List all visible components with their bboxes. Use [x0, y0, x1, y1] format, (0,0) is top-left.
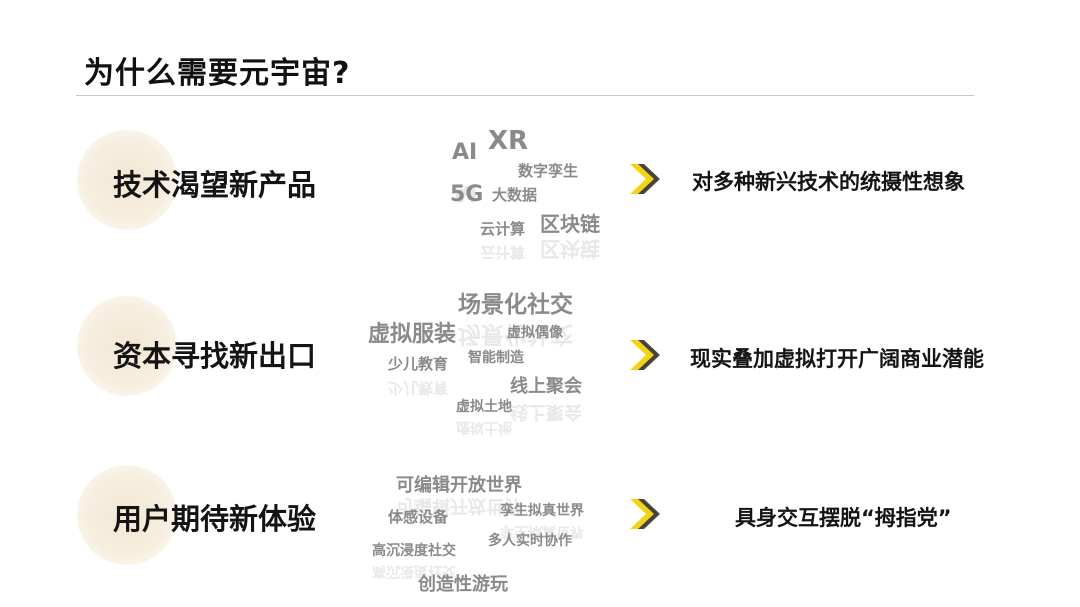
- keyword-reflection: 云计算: [480, 243, 526, 261]
- row-2-result: 现实叠加虚拟打开广阔商业潜能: [690, 347, 984, 371]
- keyword: 区块链: [540, 212, 600, 236]
- row-2-arrow-icon: [630, 340, 660, 370]
- row-3-result: 具身交互摆脱“拇指党”: [735, 506, 952, 530]
- keyword: 虚拟偶像: [507, 325, 563, 341]
- keyword-reflection: 线上聚会: [510, 401, 582, 422]
- keyword-reflection: 区块链: [540, 237, 600, 261]
- keyword: 多人实时协作: [488, 533, 572, 549]
- keyword: 智能制造: [468, 350, 524, 366]
- row-2-heading: 资本寻找新出口: [113, 339, 317, 373]
- keyword: 孪生拟真世界: [500, 503, 584, 519]
- keyword-reflection: 孪生拟真世界: [500, 523, 584, 539]
- keyword: 创造性游玩: [418, 574, 508, 595]
- keyword: XR: [488, 126, 529, 156]
- row-1-heading: 技术渴望新产品: [113, 168, 317, 202]
- keyword: 虚拟服装: [368, 322, 457, 347]
- keyword-reflection: 虚拟土地: [456, 419, 512, 435]
- keyword: 云计算: [480, 220, 526, 238]
- keyword: 线上聚会: [510, 376, 582, 397]
- keyword-reflection: 场景化社交: [458, 321, 573, 347]
- keyword-reflection: 少儿教育: [388, 379, 449, 397]
- keyword: AI: [452, 140, 478, 165]
- keyword: 数字孪生: [518, 162, 579, 180]
- row-1-result: 对多种新兴技术的统摄性想象: [692, 170, 965, 194]
- keyword: 场景化社交: [458, 292, 573, 318]
- title-divider: [76, 95, 974, 96]
- row-3-arrow-icon: [630, 499, 660, 529]
- row-3-heading: 用户期待新体验: [113, 502, 317, 536]
- keyword-reflection: 可编辑开放世界: [396, 495, 522, 516]
- keyword: 高沉浸度社交: [372, 543, 456, 559]
- keyword: 可编辑开放世界: [396, 475, 522, 496]
- keyword: 少儿教育: [388, 355, 449, 373]
- keyword: 5G: [450, 182, 484, 207]
- keyword-reflection: AI: [452, 180, 478, 205]
- page-title: 为什么需要元宇宙?: [84, 56, 351, 91]
- keyword: 大数据: [492, 186, 538, 204]
- keyword-reflection: 高沉浸度社交: [372, 563, 456, 579]
- keyword: 虚拟土地: [456, 399, 512, 415]
- keyword: 体感设备: [388, 508, 449, 526]
- row-1-arrow-icon: [630, 164, 660, 194]
